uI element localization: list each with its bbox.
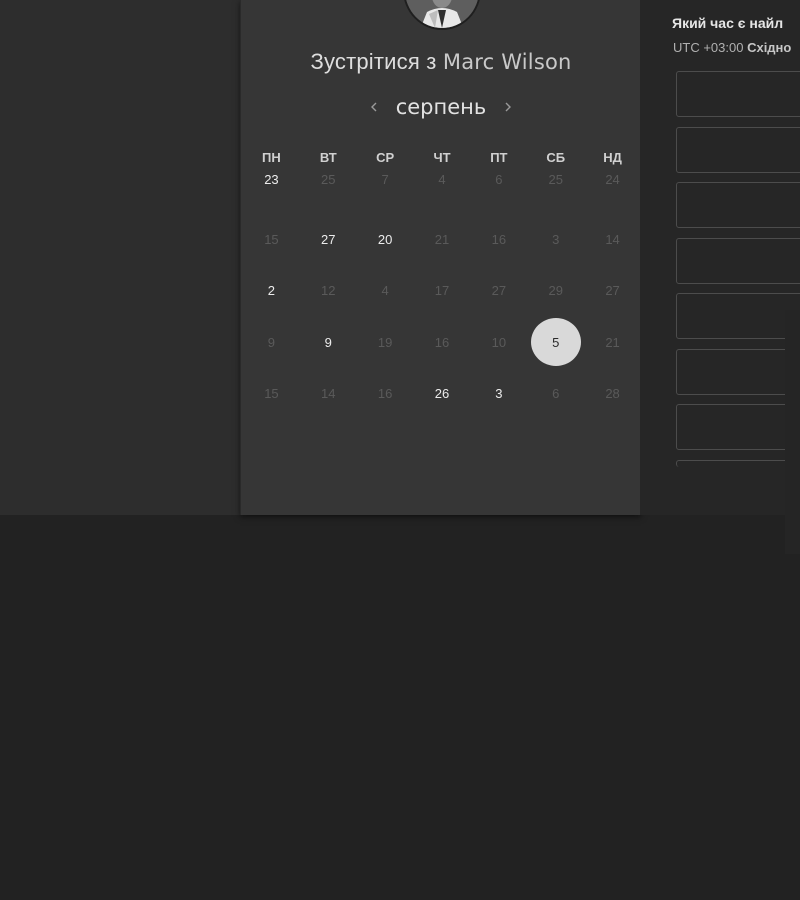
calendar-day: 6 bbox=[527, 360, 584, 412]
calendar-day-grid: 23 25 7 4 6 25 24 15 27 20 21 16 3 14 2 12 4 17 27 29 27 9 9 19… bbox=[243, 154, 641, 412]
calendar-day-number: 12 bbox=[321, 283, 336, 299]
calendar-day-number: 26 bbox=[434, 386, 450, 402]
calendar-day[interactable]: 20 bbox=[357, 206, 414, 258]
month-navigation: серпень bbox=[241, 93, 641, 121]
calendar-day-number: 16 bbox=[377, 386, 393, 402]
calendar-day-number: 15 bbox=[264, 231, 279, 247]
calendar-day-number: 9 bbox=[324, 334, 332, 350]
calendar-day-number: 15 bbox=[264, 386, 279, 402]
calendar-day-number: 28 bbox=[605, 386, 620, 402]
calendar-day: 15 bbox=[243, 360, 300, 412]
calendar-day-number: 5 bbox=[552, 334, 560, 350]
calendar-day: 15 bbox=[243, 206, 300, 258]
calendar-day-number: 20 bbox=[377, 231, 393, 247]
calendar-day: 27 bbox=[584, 257, 641, 309]
calendar-day-number: 27 bbox=[321, 231, 336, 247]
calendar-day: 4 bbox=[357, 257, 414, 309]
calendar-day[interactable]: 27 bbox=[300, 206, 357, 258]
time-panel: Який час є найл UTC +03:00 Східно bbox=[640, 0, 800, 515]
person-photo-icon bbox=[405, 0, 479, 28]
calendar-day-number: 23 bbox=[264, 172, 279, 187]
calendar-day-number: 21 bbox=[605, 334, 620, 350]
calendar-day-number: 16 bbox=[491, 231, 507, 247]
timezone-name: Східно bbox=[747, 40, 792, 55]
calendar-day: 16 bbox=[414, 309, 471, 361]
calendar-day-number: 3 bbox=[552, 231, 560, 247]
next-month-button[interactable] bbox=[498, 95, 518, 119]
calendar-day: 10 bbox=[470, 309, 527, 361]
calendar-day: 6 bbox=[470, 154, 527, 206]
calendar-day-number: 3 bbox=[495, 386, 503, 402]
time-slot-button[interactable] bbox=[676, 348, 800, 395]
host-avatar bbox=[403, 0, 481, 30]
calendar-day[interactable]: 26 bbox=[414, 360, 471, 412]
time-question: Який час є найл bbox=[672, 15, 784, 31]
calendar-day-number: 27 bbox=[605, 283, 620, 299]
calendar-day-number: 29 bbox=[548, 283, 563, 299]
calendar-day: 14 bbox=[584, 206, 641, 258]
calendar-day: 7 bbox=[357, 154, 414, 206]
calendar-day: 27 bbox=[470, 257, 527, 309]
calendar-day-number: 10 bbox=[491, 334, 507, 350]
month-label: серпень bbox=[395, 95, 487, 119]
calendar-day[interactable]: 3 bbox=[470, 360, 527, 412]
calendar-day: 4 bbox=[414, 154, 471, 206]
calendar-day-selected[interactable]: 5 bbox=[527, 309, 584, 366]
calendar-day-number: 21 bbox=[434, 231, 450, 247]
calendar-day-number: 19 bbox=[377, 334, 393, 350]
calendar-day: 14 bbox=[300, 360, 357, 412]
meeting-title: Зустрітися з Marc Wilson bbox=[241, 49, 641, 75]
calendar-day: 21 bbox=[414, 206, 471, 258]
calendar-day: 24 bbox=[584, 154, 641, 206]
calendar-day: 19 bbox=[357, 309, 414, 361]
calendar-day: 21 bbox=[584, 309, 641, 361]
scrollbar[interactable] bbox=[785, 310, 800, 554]
chevron-left-icon bbox=[370, 102, 377, 112]
calendar-day-number: 14 bbox=[605, 231, 620, 247]
scheduler-card: Зустрітися з Marc Wilson серпень ПН ВТ С… bbox=[240, 0, 641, 515]
calendar-day-number: 4 bbox=[438, 172, 446, 187]
time-slot-button[interactable] bbox=[676, 459, 800, 467]
calendar-day: 12 bbox=[300, 257, 357, 309]
calendar-day[interactable]: 9 bbox=[300, 309, 357, 361]
calendar-day[interactable]: 2 bbox=[243, 257, 300, 309]
calendar-day-number: 24 bbox=[605, 172, 620, 187]
left-area bbox=[0, 0, 240, 515]
calendar-day: 16 bbox=[357, 360, 414, 412]
time-slot-button[interactable] bbox=[676, 293, 800, 339]
calendar-day-number: 25 bbox=[548, 172, 563, 187]
timezone-label[interactable]: UTC +03:00 Східно bbox=[673, 40, 791, 55]
prev-month-button[interactable] bbox=[364, 95, 384, 119]
calendar-day: 9 bbox=[243, 309, 300, 361]
time-slot-button[interactable] bbox=[676, 182, 800, 228]
calendar-day: 25 bbox=[300, 154, 357, 206]
calendar-day-number: 25 bbox=[321, 172, 336, 187]
timezone-offset: UTC +03:00 bbox=[673, 40, 744, 55]
calendar-day: 29 bbox=[527, 257, 584, 309]
calendar-day-number: 4 bbox=[381, 283, 389, 299]
calendar-day: 25 bbox=[527, 154, 584, 206]
time-slot-button[interactable] bbox=[676, 237, 800, 284]
time-slot-button[interactable] bbox=[676, 404, 800, 450]
calendar-day-number: 2 bbox=[267, 283, 276, 299]
calendar-day-number: 9 bbox=[267, 334, 276, 350]
calendar-day[interactable]: 23 bbox=[243, 154, 300, 206]
calendar-day: 3 bbox=[527, 206, 584, 258]
calendar-day: 28 bbox=[584, 360, 641, 412]
host-name: Marc Wilson bbox=[442, 50, 572, 74]
calendar-day-number: 7 bbox=[381, 172, 389, 187]
calendar-day-number: 27 bbox=[491, 283, 507, 299]
calendar-day-number: 6 bbox=[495, 172, 503, 187]
title-prefix: Зустрітися з bbox=[310, 49, 437, 74]
calendar-day: 16 bbox=[470, 206, 527, 258]
calendar-day: 17 bbox=[414, 257, 471, 309]
time-slot-button[interactable] bbox=[676, 126, 800, 173]
calendar-day-number: 14 bbox=[321, 386, 336, 402]
time-slot-button[interactable] bbox=[676, 71, 800, 117]
chevron-right-icon bbox=[505, 102, 512, 112]
calendar-day-number: 6 bbox=[552, 386, 560, 402]
calendar-day-number: 16 bbox=[434, 334, 450, 350]
calendar-day-number: 17 bbox=[434, 283, 450, 299]
